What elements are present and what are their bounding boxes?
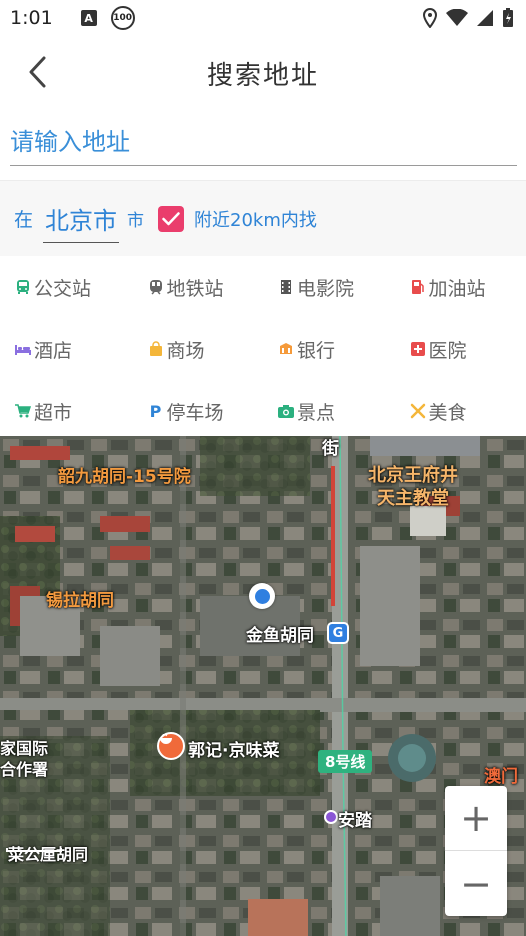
category-hospital[interactable]: 医院: [395, 318, 526, 380]
category-food[interactable]: 美食: [395, 380, 526, 442]
jiaguoji-line1: 家国际: [0, 739, 49, 758]
category-grid: 公交站 地铁站 电影院 加油站 酒店 商场 银行 医院 超市 P 停车场 景点: [0, 256, 526, 436]
hospital-icon: [410, 341, 426, 357]
battery-icon: [503, 8, 513, 27]
back-button[interactable]: [22, 54, 54, 90]
category-label: 地铁站: [166, 277, 224, 300]
category-label: 加油站: [428, 277, 486, 300]
city-prefix: 在: [14, 209, 34, 231]
map-label-xila-hutong: 锡拉胡同: [46, 591, 114, 611]
map-label-hutong15: 韶九胡同-15号院: [58, 467, 191, 487]
camera-icon: [278, 403, 294, 419]
zoom-out-button[interactable]: −: [445, 851, 507, 916]
map-view[interactable]: 街 韶九胡同-15号院 北京王府井 天主教堂 锡拉胡同 金鱼胡同 G 家国际 合…: [0, 436, 526, 936]
category-hotel[interactable]: 酒店: [0, 318, 132, 380]
category-label: 停车场: [166, 401, 224, 424]
category-label: 超市: [34, 401, 73, 424]
bank-icon: [278, 341, 294, 357]
current-location-marker: [249, 583, 275, 609]
chevron-left-icon: [29, 56, 46, 88]
gas-station-icon: [410, 279, 426, 295]
page-title: 搜索地址: [206, 60, 319, 91]
category-mall[interactable]: 商场: [132, 318, 264, 380]
city-suffix: 市: [127, 211, 145, 231]
shopping-bag-icon: [148, 341, 164, 357]
scale-line: [6, 848, 62, 852]
search-field: [10, 120, 517, 166]
category-cinema[interactable]: 电影院: [263, 256, 395, 318]
cart-icon: [15, 403, 31, 419]
category-gas-station[interactable]: 加油站: [395, 256, 526, 318]
subway-icon: [148, 279, 164, 295]
status-time: 1:01: [10, 7, 53, 29]
map-label-street: 街: [322, 439, 339, 459]
zoom-in-button[interactable]: +: [445, 786, 507, 851]
nearby-label[interactable]: 附近20km内找: [194, 206, 317, 232]
category-label: 公交站: [34, 277, 92, 300]
badge-100-icon: 100: [110, 6, 135, 30]
map-label-jinyu-hutong: 金鱼胡同: [246, 626, 314, 646]
category-bank[interactable]: 银行: [263, 318, 395, 380]
category-label: 景点: [297, 401, 336, 424]
category-label: 美食: [428, 401, 467, 424]
a-icon: A: [80, 10, 97, 26]
address-search-input[interactable]: [10, 120, 517, 164]
category-label: 商场: [166, 339, 205, 362]
map-label-anlu: 安踏: [338, 811, 372, 831]
map-label-wangfujing-church: 北京王府井 天主教堂: [368, 464, 458, 510]
city-filter-row: 在 北京市 市 附近20km内找: [0, 180, 526, 256]
nearby-checkbox[interactable]: [158, 205, 185, 232]
fork-knife-icon: [410, 403, 426, 419]
poi-marker-icon[interactable]: [324, 810, 338, 824]
zoom-control: + −: [445, 786, 507, 916]
film-icon: [278, 279, 294, 295]
category-supermarket[interactable]: 超市: [0, 380, 132, 442]
signal-icon: [477, 10, 493, 26]
category-bus-stop[interactable]: 公交站: [0, 256, 132, 318]
bed-icon: [15, 341, 31, 357]
church-line2: 天主教堂: [377, 488, 449, 509]
metro-line-badge: 8号线: [318, 750, 373, 773]
location-icon: [422, 8, 438, 28]
jiaguoji-line2: 合作署: [0, 760, 49, 779]
category-label: 银行: [297, 339, 336, 362]
wifi-icon: [446, 9, 468, 26]
parking-icon: P: [149, 401, 162, 421]
status-right-icons: [422, 8, 514, 28]
category-subway[interactable]: 地铁站: [132, 256, 264, 318]
check-icon: [162, 211, 180, 225]
map-label-aomen: 澳门: [484, 767, 518, 787]
church-line1: 北京王府井: [368, 465, 458, 486]
bus-icon: [15, 279, 31, 295]
map-label-restaurant: 郭记·京味菜: [188, 741, 280, 761]
map-scale-bar: [6, 846, 62, 852]
restaurant-marker-icon[interactable]: [157, 732, 185, 760]
status-bar: 1:01 A 100: [0, 0, 526, 36]
category-parking[interactable]: P 停车场: [132, 380, 264, 442]
category-label: 酒店: [34, 339, 73, 362]
category-label: 电影院: [297, 277, 355, 300]
header: 搜索地址: [0, 36, 526, 110]
category-label: 医院: [428, 339, 467, 362]
map-label-jiaguoji: 家国际 合作署: [0, 738, 48, 780]
map-label-hutong-bottom: 菜公厘胡同: [8, 845, 89, 864]
metro-station-icon[interactable]: G: [327, 622, 349, 644]
category-scenic-spot[interactable]: 景点: [263, 380, 395, 442]
city-selector[interactable]: 北京市: [43, 201, 120, 243]
